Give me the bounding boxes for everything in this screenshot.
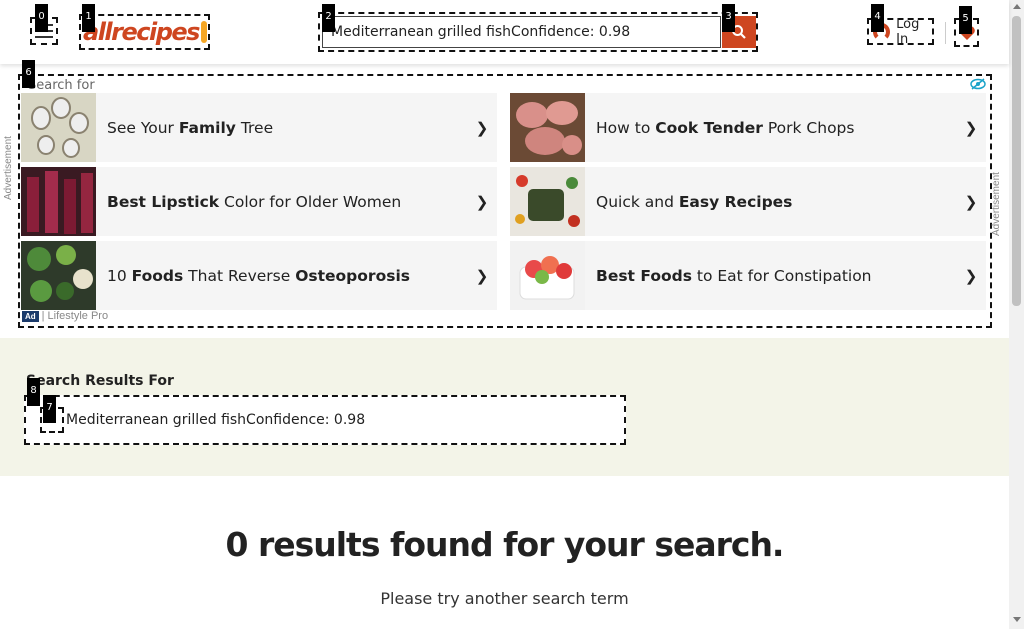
- advertisement-side-label: Advertisement: [3, 136, 14, 200]
- ad-item-text: Best Lipstick Color for Older Women: [107, 192, 402, 211]
- pork-chops-thumbnail: [510, 93, 585, 162]
- chevron-right-icon: ❯: [475, 267, 489, 285]
- search-results-label: Search Results For: [26, 373, 174, 389]
- scroll-up-arrow-icon[interactable]: [1013, 4, 1021, 9]
- badge-7: 7: [43, 395, 56, 423]
- no-results-subtitle: Please try another search term: [380, 589, 629, 608]
- ad-item-text: See Your Family Tree: [107, 118, 274, 137]
- badge-2: 2: [322, 4, 335, 32]
- easy-recipes-thumbnail: [510, 167, 585, 236]
- logo-text: allrecipes: [83, 18, 200, 46]
- ad-item-text: 10 Foods That Reverse Osteoporosis: [107, 266, 410, 285]
- family-tree-thumbnail: [21, 93, 96, 162]
- scroll-down-arrow-icon[interactable]: [1013, 617, 1021, 622]
- chevron-right-icon: ❯: [964, 119, 978, 137]
- ad-item[interactable]: How to Cook Tender Pork Chops ❯: [510, 93, 986, 162]
- badge-1: 1: [82, 4, 95, 32]
- chevron-right-icon: ❯: [964, 193, 978, 211]
- ad-footer-sep: |: [41, 310, 45, 322]
- chevron-right-icon: ❯: [964, 267, 978, 285]
- logo-spoon-icon: [200, 21, 207, 43]
- login-label: Log In: [896, 16, 920, 47]
- ad-item-text: How to Cook Tender Pork Chops: [596, 118, 855, 137]
- search-results-section: Search Results For Mediterranean grilled…: [0, 338, 1009, 476]
- ad-footer[interactable]: Ad | Lifestyle Pro: [22, 310, 108, 322]
- badge-0: 0: [35, 4, 48, 32]
- advertisement-block: Search for See Your Family Tree ❯ How to…: [18, 74, 992, 328]
- site-header: allrecipes Log In: [0, 0, 1009, 64]
- allrecipes-logo[interactable]: allrecipes: [79, 14, 210, 50]
- ad-item[interactable]: See Your Family Tree ❯: [21, 93, 497, 162]
- advertisement-side-label: Advertisement: [991, 172, 1002, 236]
- ad-tag: Ad: [22, 310, 39, 322]
- search-results-box[interactable]: Mediterranean grilled fishConfidence: 0.…: [24, 395, 626, 445]
- badge-8: 8: [27, 378, 40, 406]
- page: allrecipes Log In 0 1 2 3 4 5 6 7: [0, 0, 1024, 629]
- scroll-thumb[interactable]: [1012, 16, 1021, 306]
- ad-item-text: Quick and Easy Recipes: [596, 192, 793, 211]
- badge-4: 4: [871, 4, 884, 32]
- menu-icon-line: [35, 36, 53, 38]
- ad-item[interactable]: Quick and Easy Recipes ❯: [510, 167, 986, 236]
- page-scrollbar[interactable]: [1009, 0, 1024, 629]
- ad-item[interactable]: Best Foods to Eat for Constipation ❯: [510, 241, 986, 310]
- constipation-foods-thumbnail: [510, 241, 585, 310]
- osteoporosis-foods-thumbnail: [21, 241, 96, 310]
- badge-5: 5: [959, 6, 972, 34]
- ad-search-for-label: Search for: [28, 78, 95, 93]
- no-results-title: 0 results found for your search.: [225, 525, 785, 564]
- badge-3: 3: [722, 4, 735, 32]
- ad-sponsor: Lifestyle Pro: [47, 310, 109, 322]
- ad-item[interactable]: Best Lipstick Color for Older Women ❯: [21, 167, 497, 236]
- search-term: Mediterranean grilled fishConfidence: 0.…: [66, 412, 366, 428]
- chevron-right-icon: ❯: [475, 193, 489, 211]
- chevron-right-icon: ❯: [475, 119, 489, 137]
- ad-item[interactable]: 10 Foods That Reverse Osteoporosis ❯: [21, 241, 497, 310]
- header-divider: [945, 22, 946, 44]
- search-form: [318, 12, 758, 52]
- badge-6: 6: [22, 60, 35, 88]
- search-input[interactable]: [322, 16, 721, 48]
- lipstick-thumbnail: [21, 167, 96, 236]
- ad-choices-icon[interactable]: [970, 78, 986, 90]
- ad-item-text: Best Foods to Eat for Constipation: [596, 266, 872, 285]
